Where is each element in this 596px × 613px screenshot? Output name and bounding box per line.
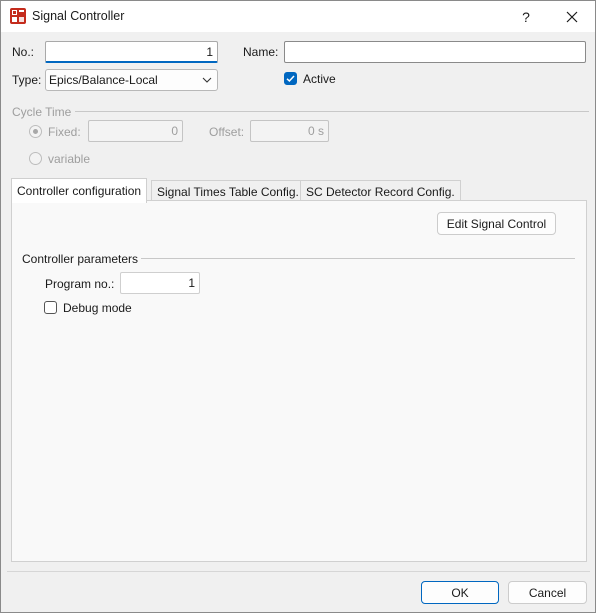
active-checkbox[interactable]: [284, 72, 297, 85]
help-button[interactable]: ?: [503, 1, 549, 32]
window-title: Signal Controller: [32, 9, 125, 23]
title-bar[interactable]: Signal Controller ?: [1, 1, 595, 32]
cancel-button[interactable]: Cancel: [508, 581, 587, 604]
cycle-time-divider: [75, 111, 589, 112]
controller-parameters-heading: Controller parameters: [22, 252, 139, 266]
debug-mode-checkbox[interactable]: [44, 301, 57, 314]
tab-controller-configuration[interactable]: Controller configuration: [11, 178, 148, 203]
offset-value: 0 s: [307, 124, 324, 138]
name-label: Name:: [243, 45, 279, 59]
offset-label: Offset:: [209, 125, 245, 139]
chevron-down-icon: [202, 77, 212, 83]
no-field[interactable]: 1: [45, 41, 218, 63]
controller-configuration-panel: Edit Signal Control Controller parameter…: [11, 200, 587, 562]
signal-controller-app-icon: [10, 8, 26, 24]
name-field[interactable]: [284, 41, 586, 63]
close-icon: [566, 11, 578, 22]
fixed-radio[interactable]: [29, 125, 42, 138]
footer-divider: [7, 571, 590, 572]
close-button[interactable]: [549, 1, 595, 32]
signal-controller-dialog: Signal Controller ? No.: 1 Name: Type: E…: [0, 0, 596, 613]
edit-signal-control-button[interactable]: Edit Signal Control: [437, 212, 556, 235]
variable-label: variable: [48, 152, 91, 166]
checkmark-icon: [286, 75, 295, 83]
controller-parameters-divider: [141, 258, 575, 259]
no-label: No.:: [12, 45, 35, 59]
type-select[interactable]: Epics/Balance-Local: [45, 69, 218, 91]
type-label: Type:: [12, 73, 42, 87]
program-no-label: Program no.:: [45, 277, 115, 291]
fixed-value: 0: [171, 124, 178, 138]
ok-button[interactable]: OK: [421, 581, 499, 604]
debug-mode-label: Debug mode: [63, 301, 132, 315]
program-no-value: 1: [188, 276, 195, 290]
fixed-label: Fixed:: [48, 125, 81, 139]
active-label: Active: [303, 72, 336, 86]
no-value: 1: [206, 45, 213, 59]
type-value: Epics/Balance-Local: [49, 73, 158, 87]
offset-field[interactable]: 0 s: [250, 120, 329, 142]
program-no-field[interactable]: 1: [120, 272, 200, 294]
cycle-time-heading: Cycle Time: [12, 105, 72, 119]
variable-radio[interactable]: [29, 152, 42, 165]
fixed-field[interactable]: 0: [88, 120, 183, 142]
